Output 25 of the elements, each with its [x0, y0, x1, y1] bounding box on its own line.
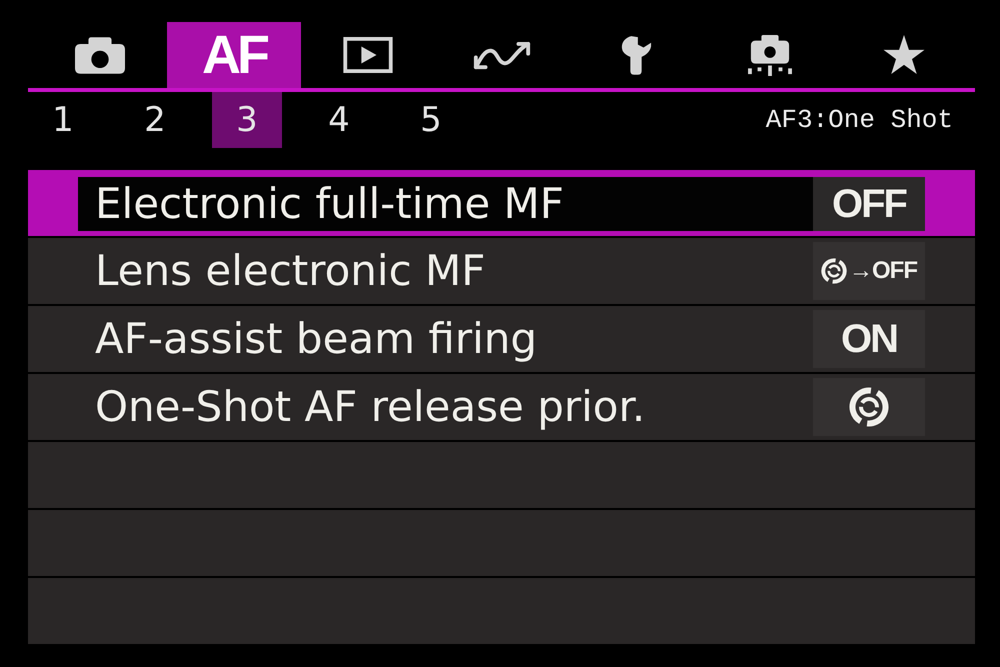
menu-item-label: Lens electronic MF: [95, 248, 486, 294]
focus-ring-icon: [821, 258, 847, 284]
focus-ring-icon: [849, 387, 889, 427]
menu-item[interactable]: Lens electronic MF →OFF: [28, 238, 975, 304]
page-tab[interactable]: 3: [212, 92, 282, 148]
menu-item[interactable]: One-Shot AF release prior.: [28, 374, 975, 440]
camera-icon: [75, 36, 125, 74]
menu-item[interactable]: Electronic full-time MF OFF: [28, 170, 975, 236]
menu-item-label: AF-assist beam firing: [95, 316, 538, 362]
setting-value: OFF: [813, 177, 925, 231]
camera-dots-icon: [746, 34, 794, 76]
page-tab[interactable]: 2: [120, 92, 190, 148]
play-icon: [343, 37, 393, 73]
menu-item-label: Electronic full-time MF: [95, 180, 564, 228]
star-icon: [883, 35, 925, 75]
wrench-icon: [620, 35, 652, 75]
page-tab[interactable]: 1: [28, 92, 98, 148]
page-tab[interactable]: 4: [304, 92, 374, 148]
value-text: →OFF: [849, 257, 917, 285]
page-title: AF3:One Shot: [766, 105, 953, 135]
setting-value: ON: [813, 310, 925, 368]
menu-tab[interactable]: AF: [167, 22, 301, 88]
menu-item-label: One-Shot AF release prior.: [95, 384, 646, 430]
page-tab[interactable]: 5: [396, 92, 466, 148]
menu-item[interactable]: AF-assist beam firing ON: [28, 306, 975, 372]
